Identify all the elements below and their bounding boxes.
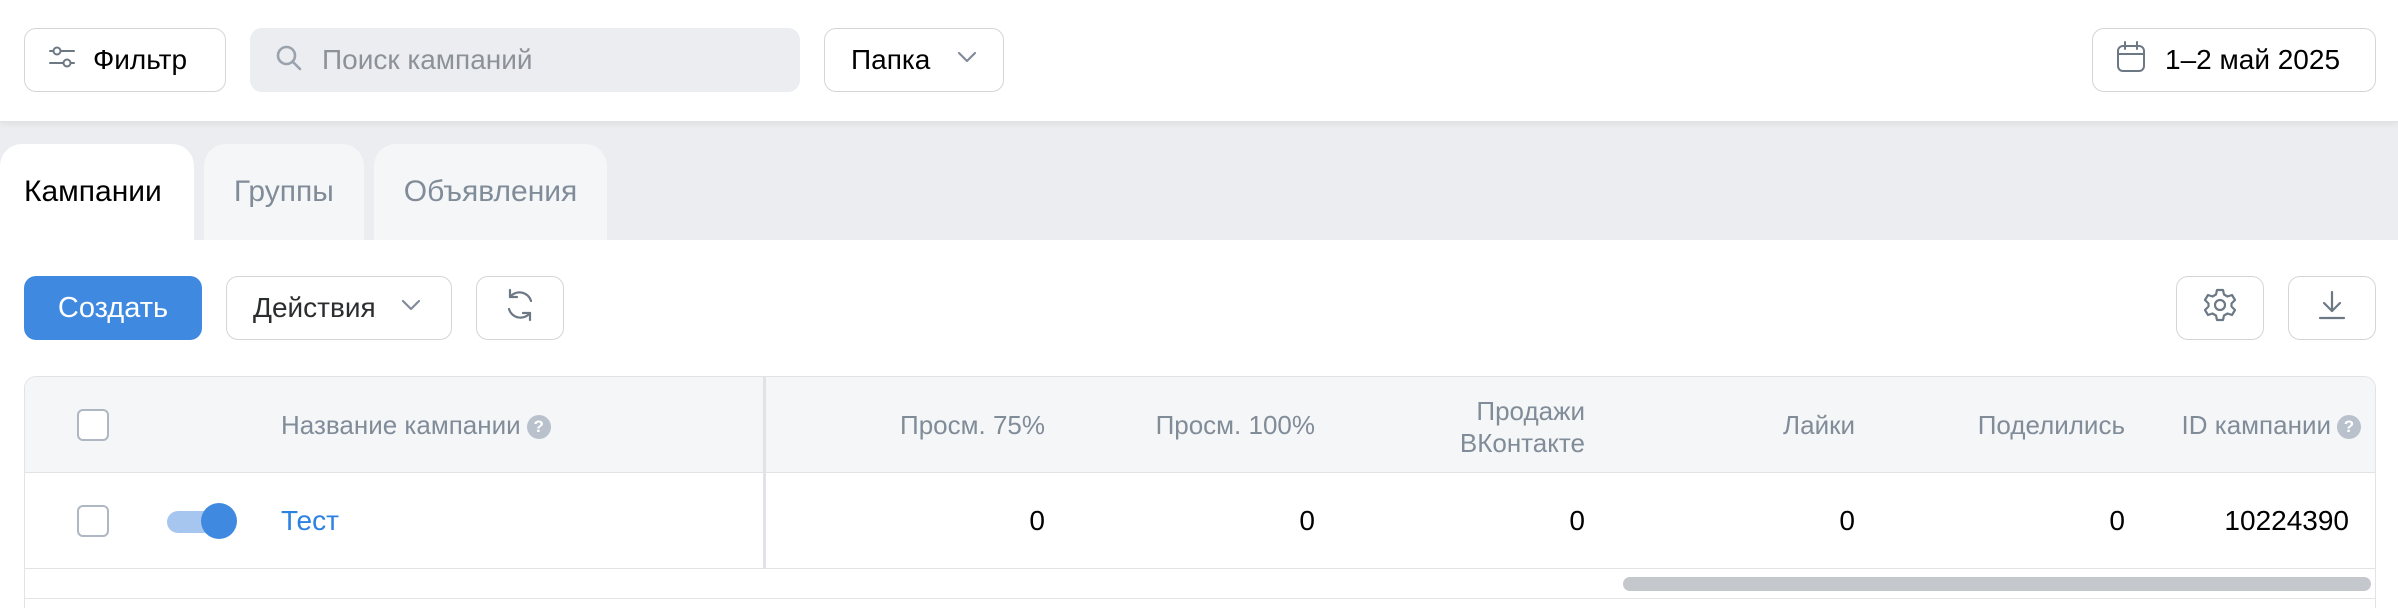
select-all-checkbox[interactable] (77, 409, 109, 441)
column-header-shares[interactable]: Поделились (1978, 410, 2125, 441)
filter-button[interactable]: Фильтр (24, 28, 226, 92)
column-header-name[interactable]: Название кампании? (281, 410, 551, 441)
campaigns-panel: Создать Действия Название кампании ? Про… (0, 240, 2398, 608)
table-row[interactable]: Тест 0 0 0 0 0 10224390 (25, 473, 2375, 569)
horizontal-scrollbar[interactable] (25, 569, 2375, 599)
column-name-label: Название кампании (281, 410, 521, 440)
column-campaign-id-label: ID кампании (2181, 410, 2331, 440)
campaign-toggle[interactable] (167, 503, 237, 539)
frozen-column-divider (763, 377, 766, 569)
cell-campaign-id: 10224390 (2224, 505, 2349, 536)
download-button[interactable] (2288, 276, 2376, 340)
filter-label: Фильтр (93, 44, 188, 75)
row-checkbox[interactable] (77, 505, 109, 537)
cell-views75: 0 (1029, 505, 1045, 536)
column-header-campaign-id[interactable]: ID кампании? (2182, 410, 2361, 441)
actions-label: Действия (253, 292, 376, 323)
column-header-views75[interactable]: Просм. 75% (900, 410, 1045, 441)
campaigns-table: Название кампании? Просм. 75% Просм. 100… (24, 376, 2376, 608)
search-icon (274, 43, 304, 78)
question-icon[interactable]: ? (2337, 415, 2361, 440)
gear-icon (2202, 287, 2238, 330)
campaign-name-link[interactable]: Тест (281, 505, 339, 537)
table-header: Название кампании? Просм. 75% Просм. 100… (25, 377, 2375, 473)
cell-views100: 0 (1299, 505, 1315, 536)
date-range-button[interactable]: 1–2 май 2025 (2092, 28, 2376, 92)
folder-label: Папка (851, 44, 931, 75)
scrollbar-thumb[interactable] (1623, 577, 2371, 591)
cell-sales-vk: 0 (1569, 505, 1585, 536)
tab-campaigns[interactable]: Кампании (0, 144, 194, 240)
tab-groups[interactable]: Группы (203, 144, 364, 240)
cell-shares: 0 (2109, 505, 2125, 536)
table-settings-button[interactable] (2176, 276, 2264, 340)
top-bar: Фильтр Папка 1–2 май 2025 (0, 0, 2398, 122)
chevron-down-icon (954, 44, 980, 77)
toggle-knob (201, 503, 237, 539)
refresh-button[interactable] (476, 276, 564, 340)
folder-dropdown[interactable]: Папка (824, 28, 1004, 92)
column-header-sales-vk[interactable]: Продажи ВКонтакте (1460, 395, 1585, 459)
cell-likes: 0 (1839, 505, 1855, 536)
search-input[interactable] (322, 44, 762, 76)
refresh-icon (502, 287, 538, 330)
sales-vk-line1: Продажи (1476, 396, 1585, 426)
chevron-down-icon (398, 292, 424, 325)
create-button[interactable]: Создать (24, 276, 202, 340)
tab-ads[interactable]: Объявления (373, 144, 608, 240)
tab-bar: Кампании Группы Объявления (0, 144, 608, 240)
sales-vk-line2: ВКонтакте (1459, 428, 1585, 458)
column-header-likes[interactable]: Лайки (1783, 410, 1855, 441)
date-range-label: 1–2 май 2025 (2165, 44, 2341, 75)
calendar-icon (2115, 40, 2147, 81)
actions-dropdown[interactable]: Действия (226, 276, 452, 340)
search-box[interactable] (250, 28, 800, 92)
question-icon[interactable]: ? (526, 415, 551, 440)
column-header-views100[interactable]: Просм. 100% (1156, 410, 1315, 441)
sliders-icon (47, 42, 77, 79)
download-icon (2315, 288, 2349, 329)
